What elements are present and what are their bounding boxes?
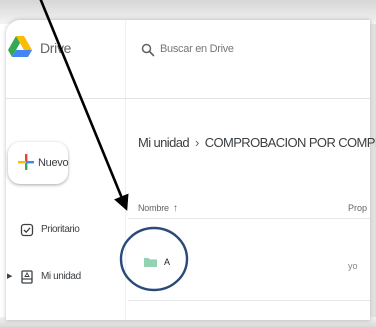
search-input[interactable] [160,40,340,58]
column-header-owner[interactable]: Prop [348,203,367,213]
drive-icon [21,270,33,284]
sidebar-item-label: Prioritario [41,224,80,235]
breadcrumb-current[interactable]: COMPROBACION POR COMPRA [205,135,376,150]
column-header-label: Nombre [138,203,169,213]
sidebar-item-label: Mi unidad [41,271,81,282]
check-circle-icon [20,223,34,237]
file-owner: yo [348,261,358,271]
search-icon[interactable] [141,43,155,57]
plus-icon [18,154,34,170]
table-divider [128,218,370,219]
drive-logo-icon[interactable] [8,36,32,58]
column-header-name[interactable]: Nombre ↑ [138,203,178,214]
file-name: A [164,257,171,267]
new-button[interactable]: Nuevo [8,142,69,184]
breadcrumb: Mi unidad›COMPROBACION POR COMPRA▾ [138,135,376,150]
brand-name[interactable]: Drive [40,40,71,56]
table-row[interactable]: A yo [128,228,370,298]
screenshot-frame: Drive Nuevo Prioritario ▶ Mi unidad [0,0,376,327]
header-divider [6,98,370,99]
sidebar-item-mi-unidad[interactable]: Mi unidad [8,270,118,290]
new-button-label: Nuevo [38,157,69,169]
breadcrumb-separator: › [194,135,199,150]
sidebar-item-prioritario[interactable]: Prioritario [8,223,118,243]
table-divider [128,300,370,301]
breadcrumb-root[interactable]: Mi unidad [138,135,190,150]
folder-icon [144,258,157,267]
sort-arrow-icon[interactable]: ↑ [173,203,178,214]
sidebar-divider [125,20,126,320]
